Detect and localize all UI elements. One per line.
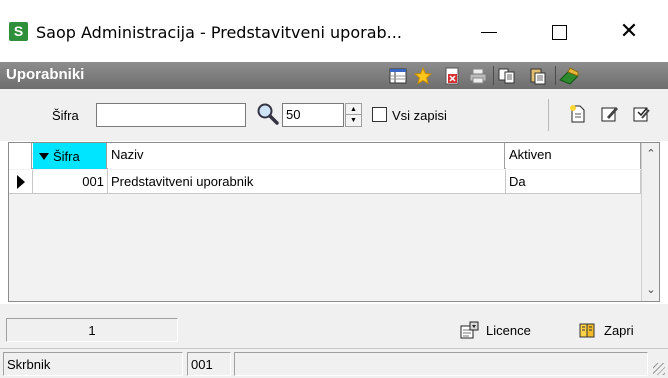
close-book-icon [578,320,598,340]
filter-bar: Šifra 50 ▲ ▼ Vsi zapisi [0,89,668,141]
paste-record-icon[interactable] [527,65,549,86]
form-header: Uporabniki [0,62,668,89]
edit-record-icon[interactable] [598,102,622,126]
print-icon[interactable] [467,65,489,86]
current-row-indicator [9,170,33,194]
column-chooser-icon[interactable] [387,65,409,86]
cell-aktiven[interactable]: Da [506,170,641,194]
maximize-button[interactable] [536,12,582,52]
search-icon[interactable] [256,102,280,126]
grid-header: Šifra Naziv Aktiven [9,143,641,169]
table-row[interactable]: 001 Predstavitveni uporabnik Da [9,170,641,194]
exit-icon[interactable] [558,65,580,86]
window-title: Saop Administracija - Predstavitveni upo… [36,23,402,42]
minimize-icon [481,31,497,33]
column-header-naziv[interactable]: Naziv [108,143,505,169]
form-title: Uporabniki [6,66,85,83]
close-label: Zapri [604,322,634,338]
bottom-bar: 1 Licence Zapri [0,304,668,348]
spin-up-icon[interactable]: ▲ [346,104,361,115]
toolbar-separator [493,66,494,85]
column-header-label: Šifra [53,148,80,164]
all-records-label: Vsi zapisi [392,108,447,123]
licence-button[interactable]: Licence [460,316,531,344]
copy-records-icon[interactable] [496,65,518,86]
sifra-input[interactable] [96,103,246,127]
window-titlebar: S Saop Administracija - Predstavitveni u… [0,0,668,62]
scroll-down-icon[interactable]: ⌄ [642,281,660,299]
row-pointer-icon [16,175,25,189]
all-records-checkbox[interactable] [372,107,387,122]
grid-indicator-header [9,143,32,169]
close-window-button[interactable]: ✕ [606,12,652,52]
sort-descending-icon [39,152,49,160]
app-logo-icon: S [9,22,28,41]
status-bar: Skrbnik 001 [0,348,668,378]
filter-separator [548,99,549,131]
maximize-icon [551,24,567,40]
close-button[interactable]: Zapri [578,316,634,344]
delete-record-icon[interactable] [441,65,463,86]
close-icon: ✕ [619,19,639,44]
column-header-sifra[interactable]: Šifra [33,143,107,169]
status-code: 001 [187,352,231,376]
star-icon[interactable] [412,65,434,86]
record-limit-input[interactable]: 50 [282,103,344,127]
spin-down-icon[interactable]: ▼ [346,115,361,126]
sifra-label: Šifra [52,108,79,123]
record-limit-spinner[interactable]: ▲ ▼ [345,103,362,127]
vertical-scrollbar[interactable]: ⌃ ⌄ [641,143,659,301]
column-header-aktiven[interactable]: Aktiven [506,143,641,169]
edit-record-alt-icon[interactable] [630,102,654,126]
minimize-button[interactable] [466,12,512,52]
resize-grip-icon[interactable] [653,363,665,375]
licence-icon [460,320,480,340]
status-user: Skrbnik [3,352,183,376]
toolbar-separator [555,66,556,85]
new-record-icon[interactable] [566,102,590,126]
cell-sifra[interactable]: 001 [33,170,108,194]
cell-naziv[interactable]: Predstavitveni uporabnik [108,170,506,194]
licence-label: Licence [486,322,531,338]
users-grid: Šifra Naziv Aktiven 001 Predstavitveni u… [8,142,660,302]
scroll-up-icon[interactable]: ⌃ [642,145,660,163]
status-extra [234,352,648,376]
record-count: 1 [6,318,178,342]
